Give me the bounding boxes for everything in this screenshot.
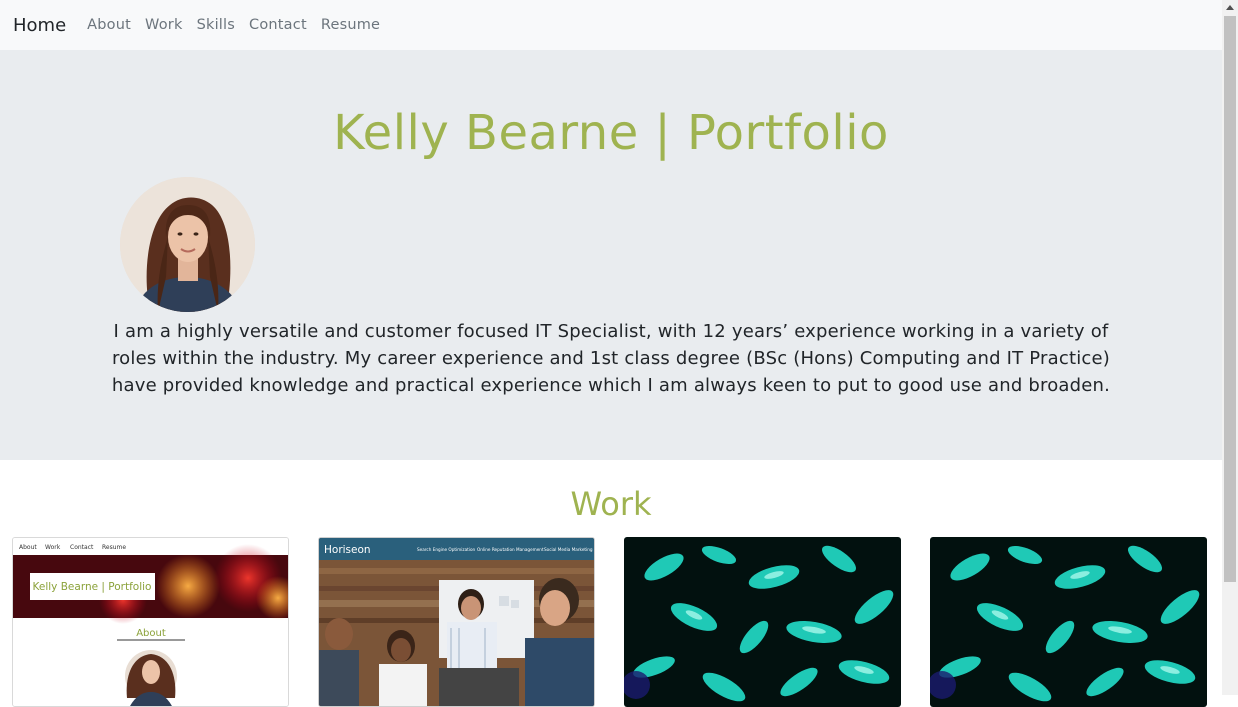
scrollbar-thumb[interactable] [1224, 16, 1236, 582]
nav-work-link[interactable]: Work [145, 17, 183, 33]
nav-resume-link[interactable]: Resume [321, 17, 380, 33]
nav-home-link[interactable]: Home [13, 15, 66, 36]
work-card-portfolio[interactable]: About Work Contact Resume Kelly Bearne |… [12, 537, 289, 707]
bio-text: I am a highly versatile and customer foc… [111, 321, 1111, 396]
card1-nav-contact: Contact [70, 544, 94, 551]
scroll-up-arrow-icon[interactable] [1226, 5, 1234, 10]
nav-skills-link[interactable]: Skills [197, 17, 235, 33]
work-section-title: Work [570, 485, 652, 523]
card2-brand: Horiseon [324, 544, 371, 556]
card1-section-heading: About [136, 628, 166, 639]
page-scrollbar[interactable] [1222, 0, 1238, 695]
page-title: Kelly Bearne | Portfolio [333, 105, 889, 161]
card2-nav-orm: Online Reputation Management [477, 547, 544, 552]
card1-nav-about: About [19, 544, 37, 551]
card2-nav-smm: Social Media Marketing [544, 547, 593, 552]
work-card-horiseon[interactable]: Horiseon Search Engine Optimization Onli… [318, 537, 595, 707]
nav-about-link[interactable]: About [87, 17, 131, 33]
card1-nav-work: Work [45, 544, 61, 551]
card1-banner-title: Kelly Bearne | Portfolio [33, 581, 152, 593]
nav-contact-link[interactable]: Contact [249, 17, 307, 33]
nav-links: About Work Skills Contact Resume [80, 17, 387, 33]
work-card-teal-two[interactable] [930, 537, 1207, 707]
card1-nav-resume: Resume [102, 544, 126, 551]
profile-photo [120, 177, 255, 312]
hero-section: Kelly Bearne | Portfolio I am a highly v… [0, 50, 1222, 460]
card2-nav-seo: Search Engine Optimization [417, 547, 476, 552]
navbar: Home About Work Skills Contact Resume [0, 0, 1222, 50]
work-card-teal-one[interactable] [624, 537, 901, 707]
